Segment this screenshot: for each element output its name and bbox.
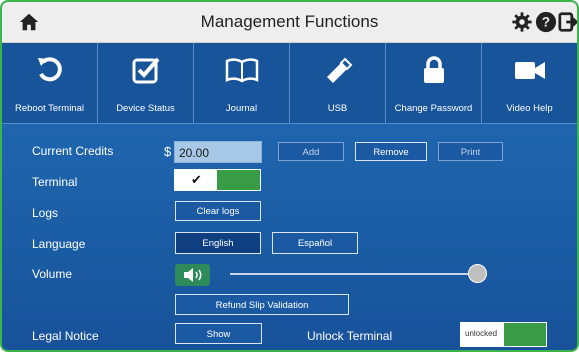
lock-icon (423, 56, 444, 83)
legal-notice-label: Legal Notice (32, 329, 99, 343)
refund-slip-validation-button[interactable]: Refund Slip Validation (175, 294, 349, 315)
tool-label: Reboot Terminal (14, 103, 84, 114)
unlock-state-text: unlocked (465, 329, 498, 338)
language-english-button[interactable]: English (175, 232, 261, 254)
change-password-button[interactable]: Change Password (386, 43, 482, 123)
currency-symbol: $ (164, 144, 172, 159)
show-legal-notice-button[interactable]: Show (175, 323, 262, 344)
reboot-terminal-button[interactable]: Reboot Terminal (2, 43, 98, 123)
tool-label: Journal (225, 103, 258, 114)
unlock-terminal-label: Unlock Terminal (307, 329, 393, 343)
app-window: Management Functions ? Reboot Terminal D… (0, 0, 579, 352)
tool-label: Video Help (506, 103, 553, 114)
speaker-icon (184, 268, 202, 282)
page-title: Management Functions (200, 12, 379, 31)
toolbar: Reboot Terminal Device Status Journal US… (2, 43, 577, 124)
language-spanish-button[interactable]: Español (272, 232, 358, 254)
volume-slider-track[interactable] (230, 273, 483, 275)
remove-button[interactable]: Remove (355, 142, 427, 161)
check-icon: ✔ (191, 172, 202, 187)
exit-icon[interactable] (558, 11, 579, 33)
video-camera-icon (514, 62, 545, 79)
volume-mute-button[interactable] (175, 264, 210, 286)
tool-label: USB (327, 103, 348, 114)
toggle-green-side (217, 170, 260, 190)
reboot-icon (37, 57, 62, 82)
current-credits-label: Current Credits (32, 144, 114, 158)
print-button[interactable]: Print (438, 142, 503, 161)
gear-icon[interactable] (511, 11, 533, 33)
usb-button[interactable]: USB (290, 43, 386, 123)
svg-text:?: ? (542, 15, 550, 30)
terminal-toggle[interactable]: ✔ (174, 169, 261, 191)
toggle-on-side: ✔ (175, 170, 217, 190)
clear-logs-button[interactable]: Clear logs (175, 201, 261, 221)
toggle-green-side (504, 323, 546, 346)
volume-label: Volume (32, 267, 73, 281)
journal-button[interactable]: Journal (194, 43, 290, 123)
add-button[interactable]: Add (278, 142, 344, 161)
title-bar: Management Functions ? (2, 2, 577, 43)
logs-label: Logs (32, 206, 59, 220)
checkbox-icon (132, 57, 160, 84)
terminal-label: Terminal (32, 175, 78, 189)
device-status-button[interactable]: Device Status (98, 43, 194, 123)
language-label: Language (32, 237, 86, 251)
book-icon (225, 58, 258, 83)
unlock-terminal-toggle[interactable]: unlocked (460, 322, 547, 347)
toggle-off-side: unlocked (461, 323, 504, 346)
tool-label: Device Status (116, 103, 175, 114)
help-icon[interactable]: ? (535, 11, 557, 33)
usb-icon (326, 57, 352, 83)
credits-input[interactable]: 20.00 (174, 141, 262, 163)
tool-label: Change Password (394, 103, 473, 114)
video-help-button[interactable]: Video Help (482, 43, 577, 123)
